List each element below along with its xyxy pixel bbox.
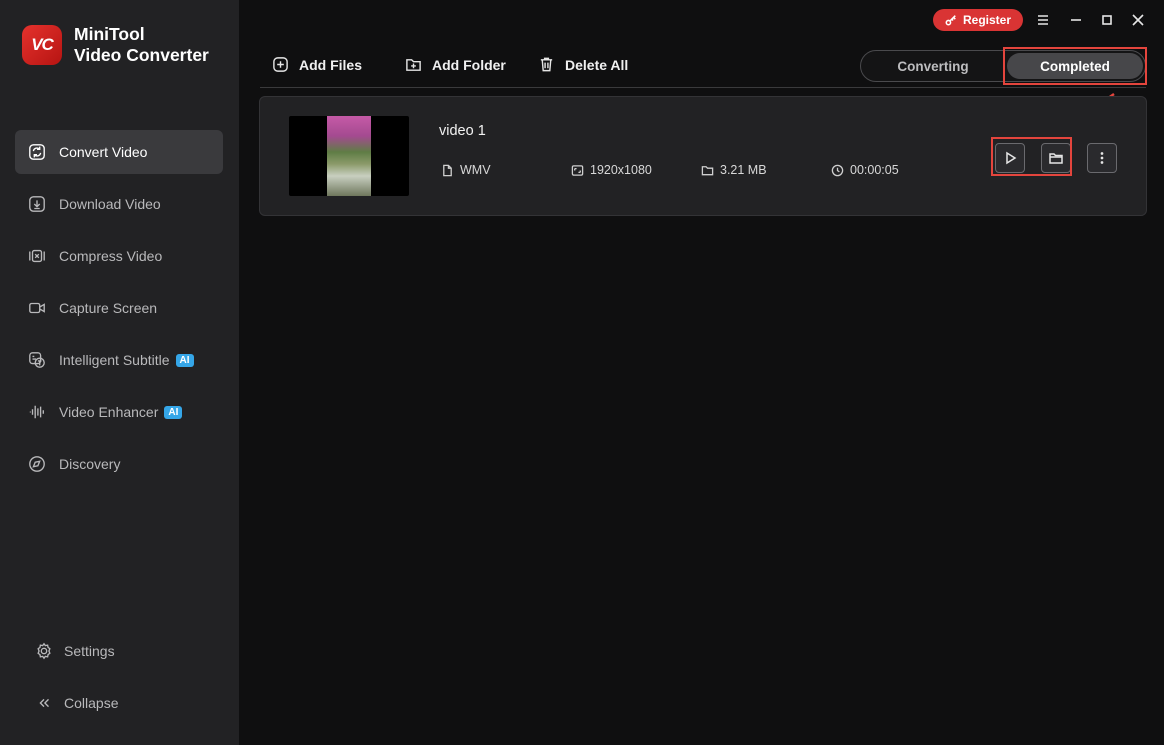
register-label: Register	[962, 13, 1012, 27]
chevron-double-left-icon	[34, 693, 54, 713]
subtitle-icon	[27, 350, 47, 370]
hamburger-icon[interactable]	[1033, 10, 1053, 30]
add-folder-button[interactable]: Add Folder	[405, 56, 506, 73]
sidebar-item-capture-screen[interactable]: Capture Screen	[15, 286, 223, 330]
delete-all-button[interactable]: Delete All	[538, 56, 628, 73]
gear-icon	[34, 641, 54, 661]
sidebar-item-label: Compress Video	[59, 248, 163, 264]
sidebar: VC MiniTool Video Converter Convert Vide…	[0, 0, 239, 745]
sidebar-item-download-video[interactable]: Download Video	[15, 182, 223, 226]
file-icon	[443, 164, 452, 176]
close-icon[interactable]	[1128, 10, 1148, 30]
download-icon	[27, 194, 47, 214]
ai-badge: AI	[175, 353, 194, 367]
duration-value: 00:00:05	[850, 163, 899, 177]
plus-circle-icon	[273, 57, 288, 72]
minimize-icon[interactable]	[1066, 10, 1086, 30]
size-value: 3.21 MB	[720, 163, 767, 177]
sidebar-item-discovery[interactable]: Discovery	[15, 442, 223, 486]
file-format: WMV	[441, 163, 491, 177]
sidebar-item-compress-video[interactable]: Compress Video	[15, 234, 223, 278]
compass-icon	[27, 454, 47, 474]
app-brand: VC MiniTool Video Converter	[22, 24, 209, 66]
sidebar-item-label: Capture Screen	[59, 300, 158, 316]
trash-icon	[540, 57, 553, 72]
sidebar-nav: Convert Video Download Video Compress Vi…	[15, 130, 223, 494]
tab-converting[interactable]: Converting	[863, 53, 1003, 79]
folder-plus-icon	[406, 59, 421, 71]
sidebar-item-label: Download Video	[59, 196, 161, 212]
more-options-button[interactable]	[1087, 143, 1117, 173]
sidebar-item-intelligent-subtitle[interactable]: Intelligent Subtitle AI	[15, 338, 223, 382]
format-value: WMV	[460, 163, 491, 177]
highlight-box-completed	[1003, 47, 1147, 85]
sidebar-item-video-enhancer[interactable]: Video Enhancer AI	[15, 390, 223, 434]
clock-icon	[831, 164, 844, 176]
delete-all-label: Delete All	[565, 56, 629, 73]
file-duration: 00:00:05	[831, 163, 899, 177]
resolution-icon	[571, 164, 584, 176]
key-icon	[945, 15, 956, 26]
collapse-button[interactable]: Collapse	[22, 682, 222, 724]
more-vertical-icon	[1100, 152, 1104, 164]
folder-icon	[701, 165, 714, 175]
file-size: 3.21 MB	[701, 163, 767, 177]
settings-button[interactable]: Settings	[22, 630, 222, 672]
sidebar-item-label: Discovery	[59, 456, 121, 472]
sidebar-item-label: Video Enhancer	[59, 404, 159, 420]
collapse-label: Collapse	[64, 695, 119, 711]
highlight-box-actions	[991, 137, 1072, 176]
video-thumbnail[interactable]	[289, 116, 409, 196]
compress-icon	[27, 246, 47, 266]
waveform-icon	[27, 402, 47, 422]
register-button[interactable]: Register	[933, 9, 1023, 31]
ai-badge: AI	[164, 405, 183, 419]
thumbnail-image	[327, 116, 371, 196]
file-resolution: 1920x1080	[571, 163, 652, 177]
file-name: video 1	[439, 123, 486, 139]
sidebar-item-label: Intelligent Subtitle	[59, 352, 170, 368]
sidebar-item-convert-video[interactable]: Convert Video	[15, 130, 223, 174]
convert-icon	[27, 142, 47, 162]
maximize-icon[interactable]	[1097, 10, 1117, 30]
add-folder-label: Add Folder	[432, 56, 506, 73]
app-logo: VC	[22, 25, 62, 65]
add-files-button[interactable]: Add Files	[272, 56, 362, 73]
sidebar-item-label: Convert Video	[59, 144, 148, 160]
add-files-label: Add Files	[299, 56, 363, 73]
camera-icon	[27, 298, 47, 318]
settings-label: Settings	[64, 643, 115, 659]
sidebar-bottom: Settings Collapse	[22, 630, 222, 734]
app-title-line2: Video Converter	[74, 45, 209, 65]
resolution-value: 1920x1080	[590, 163, 652, 177]
app-title-line1: MiniTool	[74, 24, 145, 44]
app-title: MiniTool Video Converter	[74, 24, 209, 66]
